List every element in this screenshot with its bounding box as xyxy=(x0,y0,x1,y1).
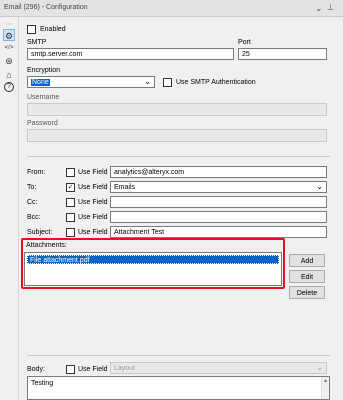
to-label: To: xyxy=(27,184,37,191)
divider xyxy=(27,355,330,356)
username-input[interactable] xyxy=(27,103,327,116)
username-label: Username xyxy=(27,94,60,101)
body-layout-placeholder: Layout xyxy=(114,365,136,372)
body-use-field-checkbox[interactable] xyxy=(66,365,75,374)
cc-use-field-checkbox[interactable] xyxy=(66,198,75,207)
enabled-label: Enabled xyxy=(40,26,66,33)
port-input[interactable]: 25 xyxy=(238,48,327,60)
code-brackets-icon[interactable]: </> xyxy=(3,42,15,54)
transform-icon[interactable]: ⊛ xyxy=(3,55,15,67)
title-bar: Email (296) - Configuration ⌄ ⊥ xyxy=(0,0,343,17)
cc-label: Cc: xyxy=(27,199,38,206)
bcc-use-field-checkbox[interactable] xyxy=(66,213,75,222)
from-input[interactable]: analytics@alteryx.com xyxy=(110,166,327,178)
from-label: From: xyxy=(27,169,46,176)
bcc-use-field-label: Use Field xyxy=(78,214,108,221)
body-text: Testing xyxy=(31,380,54,387)
tag-icon[interactable]: ⌂ xyxy=(3,69,15,81)
subject-use-field-label: Use Field xyxy=(78,229,108,236)
scroll-up-icon[interactable]: ▲ xyxy=(322,378,329,384)
help-icon[interactable]: ? xyxy=(4,82,14,92)
chevron-down-icon: ⌄ xyxy=(316,363,323,372)
chevron-down-icon: ⌄ xyxy=(144,77,151,86)
smtp-input[interactable]: smtp.server.com xyxy=(27,48,234,60)
smtp-auth-label: Use SMTP Authentication xyxy=(176,79,256,86)
to-value: Emails xyxy=(114,184,136,191)
config-sidebar: ⋯ ⚙ </> ⊛ ⌂ ? xyxy=(0,17,19,400)
port-label: Port xyxy=(238,39,251,46)
bcc-label: Bcc: xyxy=(27,214,41,221)
encryption-label: Encryption xyxy=(27,67,61,74)
body-label: Body: xyxy=(27,366,45,373)
cc-use-field-label: Use Field xyxy=(78,199,108,206)
subject-label: Subject: xyxy=(27,229,53,236)
smtp-label: SMTP xyxy=(27,39,47,46)
subject-input[interactable]: Attachment Test xyxy=(110,226,327,238)
attachments-label: Attachments: xyxy=(26,242,67,249)
body-layout-select[interactable]: Layout ⌄ xyxy=(110,362,327,374)
encryption-select[interactable]: None ⌄ xyxy=(27,76,155,88)
body-use-field-label: Use Field xyxy=(78,366,108,373)
chevron-down-icon: ⌄ xyxy=(316,182,323,191)
edit-attachment-button[interactable]: Edit xyxy=(289,270,325,283)
bcc-input[interactable] xyxy=(110,211,327,223)
encryption-value: None xyxy=(31,79,50,86)
to-use-field-checkbox[interactable]: ✓ xyxy=(66,183,75,192)
list-item[interactable]: File attachment.pdf xyxy=(27,255,279,264)
from-use-field-label: Use Field xyxy=(78,169,108,176)
settings-gear-icon[interactable]: ⚙ xyxy=(3,29,15,41)
to-select[interactable]: Emails ⌄ xyxy=(110,181,327,193)
pin-icon[interactable]: ⊥ xyxy=(327,2,334,14)
divider xyxy=(27,156,330,157)
enabled-checkbox[interactable] xyxy=(27,25,36,34)
body-scrollbar[interactable]: ▲ xyxy=(321,377,329,399)
smtp-auth-checkbox[interactable] xyxy=(163,78,172,87)
add-attachment-button[interactable]: Add xyxy=(289,254,325,267)
password-label: Password xyxy=(27,120,58,127)
attachments-list[interactable]: File attachment.pdf xyxy=(24,252,282,286)
window-title: Email (296) - Configuration xyxy=(4,4,88,11)
delete-attachment-button[interactable]: Delete xyxy=(289,286,325,299)
from-use-field-checkbox[interactable] xyxy=(66,168,75,177)
subject-use-field-checkbox[interactable] xyxy=(66,228,75,237)
chevron-down-icon[interactable]: ⌄ xyxy=(315,2,323,14)
password-input[interactable] xyxy=(27,129,327,142)
to-use-field-label: Use Field xyxy=(78,184,108,191)
body-textarea[interactable]: Testing xyxy=(27,376,330,400)
cc-input[interactable] xyxy=(110,196,327,208)
